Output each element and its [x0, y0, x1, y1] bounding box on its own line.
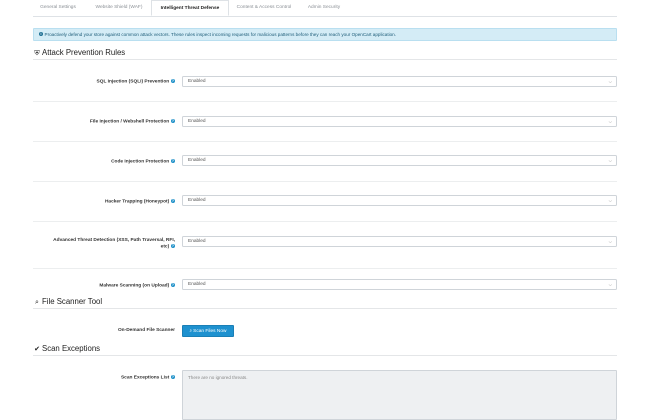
help-icon[interactable]: ?	[170, 198, 175, 203]
scan-exceptions-list[interactable]: There are no ignored threats.	[182, 370, 617, 420]
exceptions-row: Scan Exceptions List? There are no ignor…	[33, 357, 617, 420]
rule-row-file-injection: File Injection / Webshell Protection? En…	[33, 101, 617, 142]
advanced-threat-select[interactable]: Enabled ⌵	[182, 236, 617, 247]
tab-website-shield[interactable]: Website Shield (WAF)	[87, 0, 151, 16]
tab-intelligent-threat-defense[interactable]: Intelligent Threat Defense	[151, 0, 229, 16]
rule-row-malware-scan: Malware Scanning (on Upload)? Enabled ⌵	[33, 268, 617, 296]
honeypot-select[interactable]: Enabled ⌵	[182, 195, 617, 206]
select-value: Enabled	[188, 282, 206, 287]
help-icon[interactable]: ?	[170, 374, 175, 379]
rule-row-code-injection: Code Injection Protection? Enabled ⌵	[33, 141, 617, 182]
info-circle-icon: i	[39, 32, 43, 37]
chevron-down-icon: ⌵	[608, 239, 612, 244]
help-icon[interactable]: ?	[170, 118, 175, 123]
info-alert: i Proactively defend your store against c…	[33, 28, 617, 41]
rule-row-honeypot: Hacker Trapping (Honeypot)? Enabled ⌵	[33, 181, 617, 222]
help-icon[interactable]: ?	[170, 158, 175, 163]
field-label: Code Injection Protection?	[33, 158, 175, 165]
field-label-text: Scan Exceptions List	[120, 375, 170, 381]
field-label-text: File Injection / Webshell Protection	[89, 119, 170, 125]
help-icon[interactable]: ?	[170, 282, 175, 287]
field-label-text: Malware Scanning (on Upload)	[99, 283, 170, 289]
scanner-row: On-Demand File Scanner ⌕Scan Files Now	[33, 310, 617, 344]
tab-admin-security[interactable]: Admin Security	[301, 0, 347, 16]
field-label: Malware Scanning (on Upload)?	[33, 282, 175, 289]
chevron-down-icon: ⌵	[608, 79, 612, 84]
help-icon[interactable]: ?	[170, 243, 175, 248]
shield-icon: ⛨	[34, 50, 40, 57]
info-alert-text: Proactively defend your store against co…	[44, 32, 397, 37]
field-label: File Injection / Webshell Protection?	[33, 118, 175, 125]
section-attack-prevention: ⛨ Attack Prevention Rules	[33, 48, 617, 60]
field-label: Scan Exceptions List?	[33, 374, 175, 381]
tab-general-settings[interactable]: General Settings	[33, 0, 83, 16]
field-label-text: On-Demand File Scanner	[117, 328, 175, 333]
section-title: File Scanner Tool	[42, 297, 103, 306]
chevron-down-icon: ⌵	[608, 119, 612, 124]
chevron-down-icon: ⌵	[608, 198, 612, 203]
field-label-text: Hacker Trapping (Honeypot)	[104, 199, 170, 205]
field-label-line2: etc)	[160, 244, 170, 250]
sqli-select[interactable]: Enabled ⌵	[182, 76, 617, 87]
field-label-line1: Advanced Threat Detection (XSS, Path Tra…	[53, 238, 175, 243]
select-value: Enabled	[188, 239, 206, 244]
section-title: Attack Prevention Rules	[42, 48, 126, 57]
button-label: Scan Files Now	[193, 329, 227, 334]
search-icon: ⌕	[35, 299, 39, 306]
select-value: Enabled	[188, 119, 206, 124]
rule-row-sqli: SQL Injection (SQLi) Prevention? Enabled…	[33, 61, 617, 102]
field-label-text: Code Injection Protection	[111, 159, 170, 165]
chevron-down-icon: ⌵	[608, 158, 612, 163]
code-injection-select[interactable]: Enabled ⌵	[182, 155, 617, 166]
field-label-text: SQL Injection (SQLi) Prevention	[96, 79, 170, 85]
select-value: Enabled	[188, 158, 206, 163]
check-icon: ✔	[34, 346, 40, 353]
settings-tabs: General Settings Website Shield (WAF) In…	[33, 0, 617, 17]
search-icon: ⌕	[189, 328, 193, 333]
rule-row-advanced-threat: Advanced Threat Detection (XSS, Path Tra…	[33, 221, 617, 269]
exceptions-empty-text: There are no ignored threats.	[188, 375, 248, 380]
help-icon[interactable]: ?	[170, 78, 175, 83]
file-injection-select[interactable]: Enabled ⌵	[182, 116, 617, 127]
field-label: SQL Injection (SQLi) Prevention?	[33, 78, 175, 85]
select-value: Enabled	[188, 79, 206, 84]
malware-scan-select[interactable]: Enabled ⌵	[182, 279, 617, 290]
section-scan-exceptions: ✔ Scan Exceptions	[33, 344, 617, 356]
section-file-scanner: ⌕ File Scanner Tool	[33, 297, 617, 309]
field-label: Advanced Threat Detection (XSS, Path Tra…	[33, 238, 175, 250]
scan-files-now-button[interactable]: ⌕Scan Files Now	[182, 325, 234, 337]
chevron-down-icon: ⌵	[608, 282, 612, 287]
section-title: Scan Exceptions	[42, 344, 101, 353]
field-label: On-Demand File Scanner	[33, 328, 175, 334]
select-value: Enabled	[188, 198, 206, 203]
tab-content-access-control[interactable]: Content & Access Control	[230, 0, 298, 16]
field-label: Hacker Trapping (Honeypot)?	[33, 198, 175, 205]
